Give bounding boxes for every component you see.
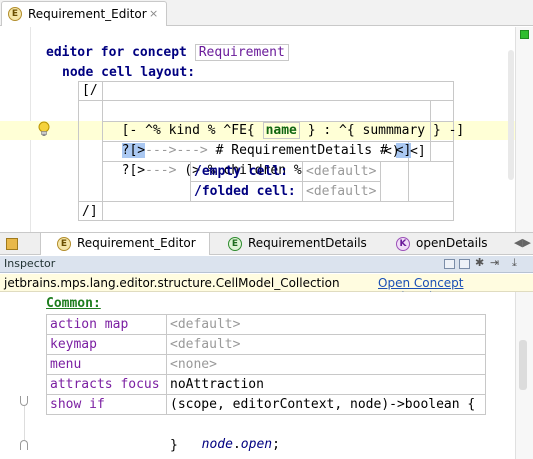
property-value-action-map[interactable]: <default> xyxy=(170,315,240,334)
folded-cell-label: /folded cell: xyxy=(194,184,296,199)
property-label-keymap: keymap xyxy=(50,337,97,352)
concept-fqn: jetbrains.mps.lang.editor.structure.Cell… xyxy=(4,276,340,290)
property-label-action-map: action map xyxy=(50,317,129,332)
folded-cell-value[interactable]: <default> xyxy=(306,182,376,201)
empty-cell-value[interactable]: <default> xyxy=(306,162,376,181)
component-concept-icon: E xyxy=(228,237,242,251)
property-label-attracts-focus: attracts focus xyxy=(50,377,160,392)
tab-label: openDetails xyxy=(416,236,488,250)
top-tab-bar: E Requirement_Editor × xyxy=(0,0,533,26)
inspector-header: Inspector ✱ ⇥ ⤓ xyxy=(0,256,533,273)
table-divider xyxy=(78,100,454,101)
optional-close-bracket[interactable]: <] xyxy=(410,142,426,161)
property-value-menu[interactable]: <none> xyxy=(170,355,217,374)
editor-scrollbar[interactable] xyxy=(508,50,514,180)
show-if-body-statement[interactable]: node.open; xyxy=(186,416,280,452)
fold-guide xyxy=(24,406,25,440)
collection-close-bracket[interactable]: /] xyxy=(82,202,98,221)
close-brace[interactable]: } xyxy=(433,123,441,138)
fold-marker-icon[interactable] xyxy=(20,440,28,450)
add-aspect-icon[interactable] xyxy=(6,238,18,250)
dot-operator: . xyxy=(232,437,241,452)
dock-window-icon[interactable] xyxy=(459,259,470,269)
close-bracket[interactable]: -] xyxy=(449,123,465,138)
tab-requirement-editor[interactable]: E Requirement_Editor × xyxy=(1,1,167,26)
property-label-menu: menu xyxy=(50,357,82,372)
close-icon[interactable]: × xyxy=(149,7,158,20)
cell-row-children[interactable]: ?[>---> (> % children % xyxy=(106,142,302,178)
hide-window-icon[interactable]: ⤓ xyxy=(512,256,517,270)
concept-bar: jetbrains.mps.lang.editor.structure.Cell… xyxy=(0,274,533,304)
editor-concept-icon: E xyxy=(57,237,71,251)
error-stripe xyxy=(515,27,533,232)
collection-open-bracket[interactable]: [/ xyxy=(82,81,98,100)
table-divider xyxy=(78,201,454,202)
node-cell-layout-label: node cell layout: xyxy=(62,65,196,80)
semicolon: ; xyxy=(272,437,280,452)
percent-token[interactable]: % xyxy=(294,163,302,178)
tab-label: Requirement_Editor xyxy=(77,236,196,250)
optional-open-bracket[interactable]: ?[> xyxy=(122,163,145,178)
empty-cell-label: /empty cell: xyxy=(194,164,288,179)
table-divider xyxy=(46,334,486,335)
fold-marker-icon[interactable] xyxy=(20,396,28,406)
tab-label: RequirementDetails xyxy=(248,236,367,250)
pin-icon[interactable]: ✱ xyxy=(475,256,484,269)
lightbulb-icon[interactable] xyxy=(37,121,51,139)
editor-declaration-line: editor for concept Requirement xyxy=(46,43,289,62)
closing-brace[interactable]: } xyxy=(170,436,178,455)
property-value-show-if[interactable]: (scope, editorContext, node)->boolean { xyxy=(170,395,475,414)
status-ok-icon[interactable] xyxy=(520,30,529,39)
float-window-icon[interactable] xyxy=(444,259,455,269)
table-divider xyxy=(380,161,381,201)
tab-label: Requirement_Editor xyxy=(28,7,147,21)
paren-close[interactable]: <) xyxy=(384,142,400,161)
tab-requirement-editor-aspect[interactable]: E Requirement_Editor xyxy=(40,233,210,255)
indent-arrows: ---> xyxy=(145,163,177,178)
inspector-scrollbar[interactable] xyxy=(519,340,527,390)
settings-icon[interactable]: ⇥ xyxy=(490,256,499,269)
tab-requirement-details[interactable]: E RequirementDetails xyxy=(222,233,382,255)
aspect-tab-bar: E Requirement_Editor E RequirementDetail… xyxy=(0,232,533,255)
tab-open-details[interactable]: K openDetails xyxy=(390,233,500,255)
editor-concept-icon: E xyxy=(8,7,22,21)
keymap-concept-icon: K xyxy=(396,237,410,251)
table-divider xyxy=(166,314,167,415)
open-property[interactable]: open xyxy=(241,437,272,452)
property-label-show-if: show if xyxy=(50,397,105,412)
concept-reference[interactable]: Requirement xyxy=(194,44,289,61)
cell-row-details[interactable]: ?[>--->---> # RequirementDetails # <] xyxy=(106,122,412,158)
cell-row-header[interactable]: [- ^% kind % ^FE{ name } : ^{ summmary }… xyxy=(106,102,464,139)
editor-keyword: editor for concept xyxy=(46,45,187,60)
inspector-title: Inspector xyxy=(4,257,56,270)
common-section-title: Common: xyxy=(46,296,101,311)
property-value-keymap[interactable]: <default> xyxy=(170,335,240,354)
table-divider xyxy=(46,354,486,355)
tab-scroll-arrows-icon[interactable]: ◀▶ xyxy=(514,236,531,249)
table-divider xyxy=(102,81,103,221)
table-divider xyxy=(302,161,303,201)
node-variable[interactable]: node xyxy=(202,437,233,452)
property-value-attracts-focus[interactable]: noAttraction xyxy=(170,375,264,394)
